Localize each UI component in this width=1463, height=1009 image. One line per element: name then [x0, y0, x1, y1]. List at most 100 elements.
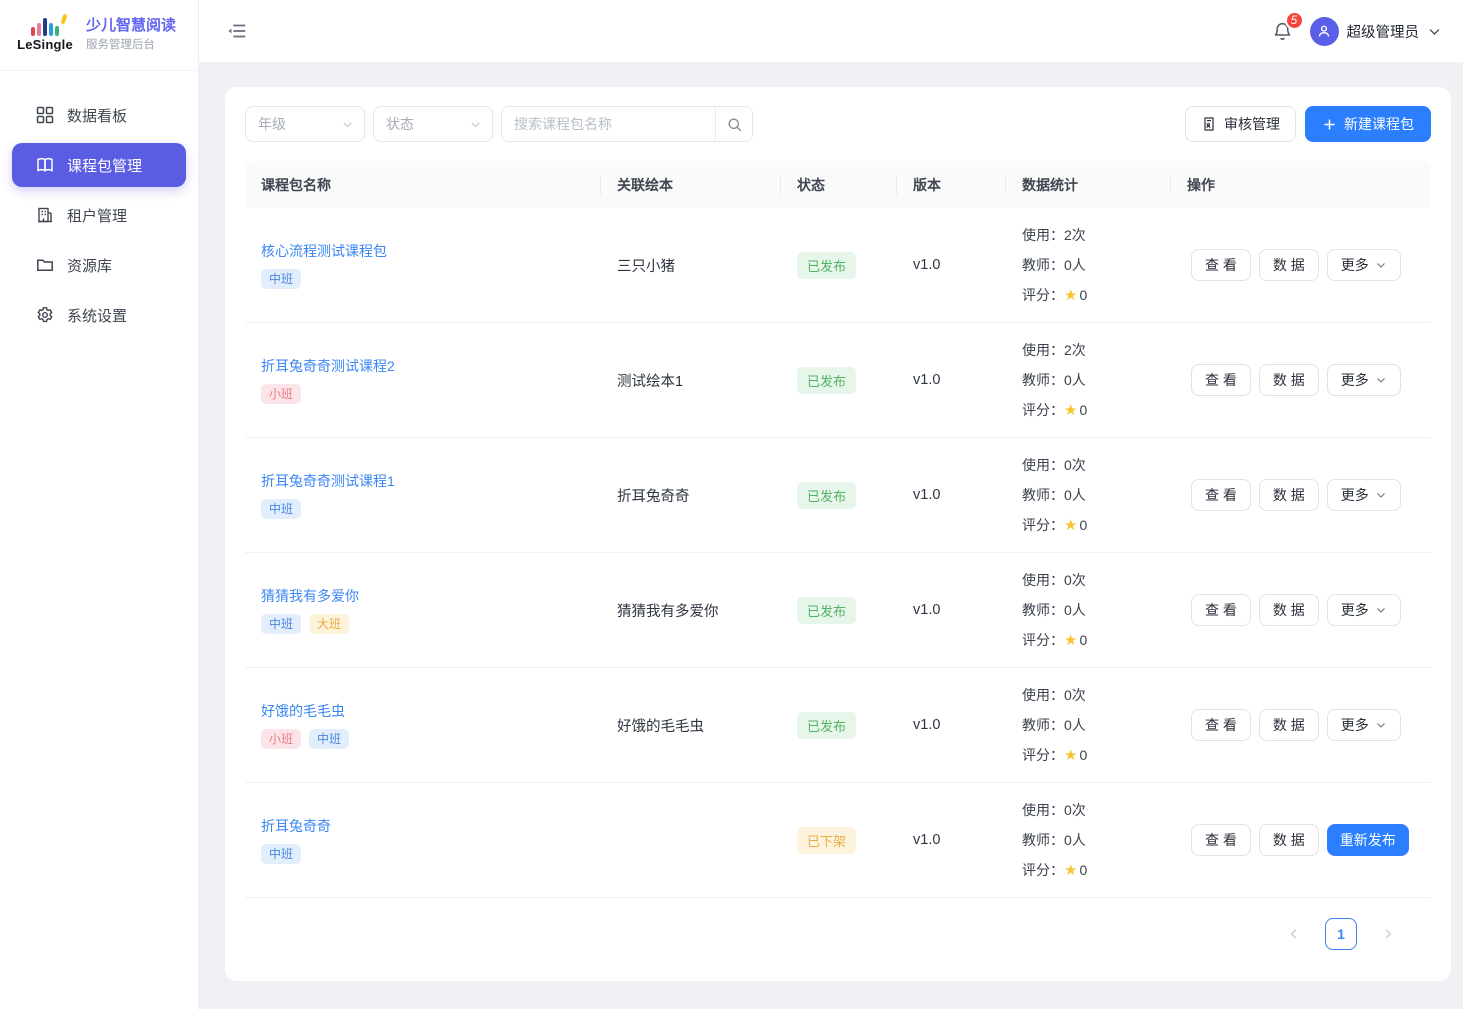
- sidebar-item-dashboard[interactable]: 数据看板: [12, 93, 186, 137]
- view-button[interactable]: 查 看: [1191, 594, 1251, 626]
- sidebar-item-folder[interactable]: 资源库: [12, 243, 186, 287]
- stat-usage: 使用：0次: [1022, 795, 1171, 825]
- data-button[interactable]: 数 据: [1259, 709, 1319, 741]
- status-badge: 已发布: [797, 482, 856, 509]
- stat-teacher: 教师：0人: [1022, 595, 1171, 625]
- data-button[interactable]: 数 据: [1259, 824, 1319, 856]
- cell-status: 已发布: [781, 712, 897, 739]
- view-button[interactable]: 查 看: [1191, 364, 1251, 396]
- view-button[interactable]: 查 看: [1191, 824, 1251, 856]
- view-button[interactable]: 查 看: [1191, 249, 1251, 281]
- star-icon: ★: [1064, 517, 1077, 534]
- stat-teacher-value: 0人: [1064, 832, 1086, 848]
- data-button[interactable]: 数 据: [1259, 594, 1319, 626]
- prev-page-button[interactable]: [1287, 927, 1301, 941]
- topbar-right: 5 超级管理员: [1270, 17, 1443, 46]
- stat-usage-label: 使用：: [1022, 802, 1064, 818]
- view-button[interactable]: 查 看: [1191, 479, 1251, 511]
- stat-rating: 评分：★0: [1022, 740, 1171, 771]
- more-button[interactable]: 更多: [1327, 479, 1401, 511]
- sidebar-item-building[interactable]: 租户管理: [12, 193, 186, 237]
- stat-usage-label: 使用：: [1022, 572, 1064, 588]
- search-input[interactable]: [502, 107, 715, 141]
- notification-bell[interactable]: 5: [1270, 18, 1296, 44]
- create-package-button[interactable]: 新建课程包: [1305, 106, 1431, 142]
- table-row: 好饿的毛毛虫 小班中班 好饿的毛毛虫 已发布 v1.0 使用：0次 教师：0人 …: [245, 668, 1431, 783]
- status-select[interactable]: 状态: [373, 106, 493, 142]
- more-button[interactable]: 更多: [1327, 709, 1401, 741]
- package-name-link[interactable]: 折耳兔奇奇测试课程1: [261, 471, 395, 491]
- stat-teacher-label: 教师：: [1022, 602, 1064, 618]
- stat-rating-value: 0: [1079, 862, 1087, 878]
- cell-status: 已发布: [781, 482, 897, 509]
- stat-usage-value: 0次: [1064, 687, 1086, 703]
- next-page-button[interactable]: [1381, 927, 1395, 941]
- grade-tag: 中班: [261, 499, 301, 519]
- cell-status: 已下架: [781, 827, 897, 854]
- cell-version: v1.0: [897, 602, 1006, 618]
- cell-name: 好饿的毛毛虫 小班中班: [245, 701, 601, 749]
- data-button[interactable]: 数 据: [1259, 479, 1319, 511]
- cell-stats: 使用：0次 教师：0人 评分：★0: [1006, 680, 1171, 771]
- republish-button[interactable]: 重新发布: [1327, 824, 1409, 856]
- audit-manage-button[interactable]: 审核管理: [1185, 106, 1296, 142]
- cell-status: 已发布: [781, 252, 897, 279]
- search-button[interactable]: [715, 107, 752, 141]
- package-name-link[interactable]: 折耳兔奇奇测试课程2: [261, 356, 395, 376]
- cell-version: v1.0: [897, 717, 1006, 733]
- more-label: 更多: [1341, 255, 1369, 275]
- page-number-button[interactable]: 1: [1325, 918, 1357, 950]
- chevron-down-icon: [1375, 374, 1387, 386]
- data-button[interactable]: 数 据: [1259, 249, 1319, 281]
- create-package-label: 新建课程包: [1344, 114, 1414, 134]
- table-row: 折耳兔奇奇 中班 已下架 v1.0 使用：0次 教师：0人 评分：★0 查 看 …: [245, 783, 1431, 898]
- chevron-down-icon: [341, 118, 354, 131]
- sidebar-item-book[interactable]: 课程包管理: [12, 143, 186, 187]
- cell-actions: 查 看 数 据 更多: [1171, 364, 1431, 396]
- sidebar-item-gear[interactable]: 系统设置: [12, 293, 186, 337]
- audit-manage-label: 审核管理: [1224, 114, 1280, 134]
- user-menu[interactable]: 超级管理员: [1310, 17, 1443, 46]
- brand-text: 少儿智慧阅读 服务管理后台: [86, 17, 176, 52]
- package-name-link[interactable]: 猜猜我有多爱你: [261, 586, 359, 606]
- chevron-down-icon: [1375, 719, 1387, 731]
- grade-tag: 小班: [261, 729, 301, 749]
- more-button[interactable]: 更多: [1327, 364, 1401, 396]
- package-name-link[interactable]: 折耳兔奇奇: [261, 816, 331, 836]
- stat-usage: 使用：0次: [1022, 450, 1171, 480]
- status-badge: 已发布: [797, 712, 856, 739]
- star-icon: ★: [1064, 402, 1077, 419]
- brand-title: 少儿智慧阅读: [86, 17, 176, 36]
- stat-teacher-label: 教师：: [1022, 257, 1064, 273]
- stat-usage-value: 0次: [1064, 457, 1086, 473]
- table-header-row: 课程包名称关联绘本状态版本数据统计操作: [245, 161, 1431, 208]
- status-badge: 已发布: [797, 252, 856, 279]
- grade-select[interactable]: 年级: [245, 106, 365, 142]
- grade-tag: 中班: [261, 614, 301, 634]
- logo-leaf-icon: [61, 14, 68, 25]
- chevron-down-icon: [1375, 489, 1387, 501]
- more-button[interactable]: 更多: [1327, 249, 1401, 281]
- cell-actions: 查 看 数 据 更多: [1171, 594, 1431, 626]
- stat-teacher: 教师：0人: [1022, 480, 1171, 510]
- main-area: 5 超级管理员: [199, 0, 1463, 1009]
- table-row: 猜猜我有多爱你 中班大班 猜猜我有多爱你 已发布 v1.0 使用：0次 教师：0…: [245, 553, 1431, 668]
- menu-fold-icon[interactable]: [225, 19, 249, 43]
- filter-bar: 年级 状态: [245, 106, 1431, 142]
- table-row: 折耳兔奇奇测试课程1 中班 折耳兔奇奇 已发布 v1.0 使用：0次 教师：0人…: [245, 438, 1431, 553]
- more-button[interactable]: 更多: [1327, 594, 1401, 626]
- stat-usage-value: 2次: [1064, 342, 1086, 358]
- package-name-link[interactable]: 好饿的毛毛虫: [261, 701, 345, 721]
- chevron-down-icon: [1427, 24, 1442, 39]
- stat-rating-label: 评分：: [1022, 862, 1064, 878]
- stat-teacher-value: 0人: [1064, 487, 1086, 503]
- sidebar-item-label: 系统设置: [67, 305, 127, 326]
- view-button[interactable]: 查 看: [1191, 709, 1251, 741]
- stat-teacher: 教师：0人: [1022, 710, 1171, 740]
- grade-select-placeholder: 年级: [258, 114, 286, 134]
- cell-version: v1.0: [897, 832, 1006, 848]
- cell-name: 核心流程测试课程包 中班: [245, 241, 601, 289]
- cell-stats: 使用：0次 教师：0人 评分：★0: [1006, 450, 1171, 541]
- package-name-link[interactable]: 核心流程测试课程包: [261, 241, 387, 261]
- data-button[interactable]: 数 据: [1259, 364, 1319, 396]
